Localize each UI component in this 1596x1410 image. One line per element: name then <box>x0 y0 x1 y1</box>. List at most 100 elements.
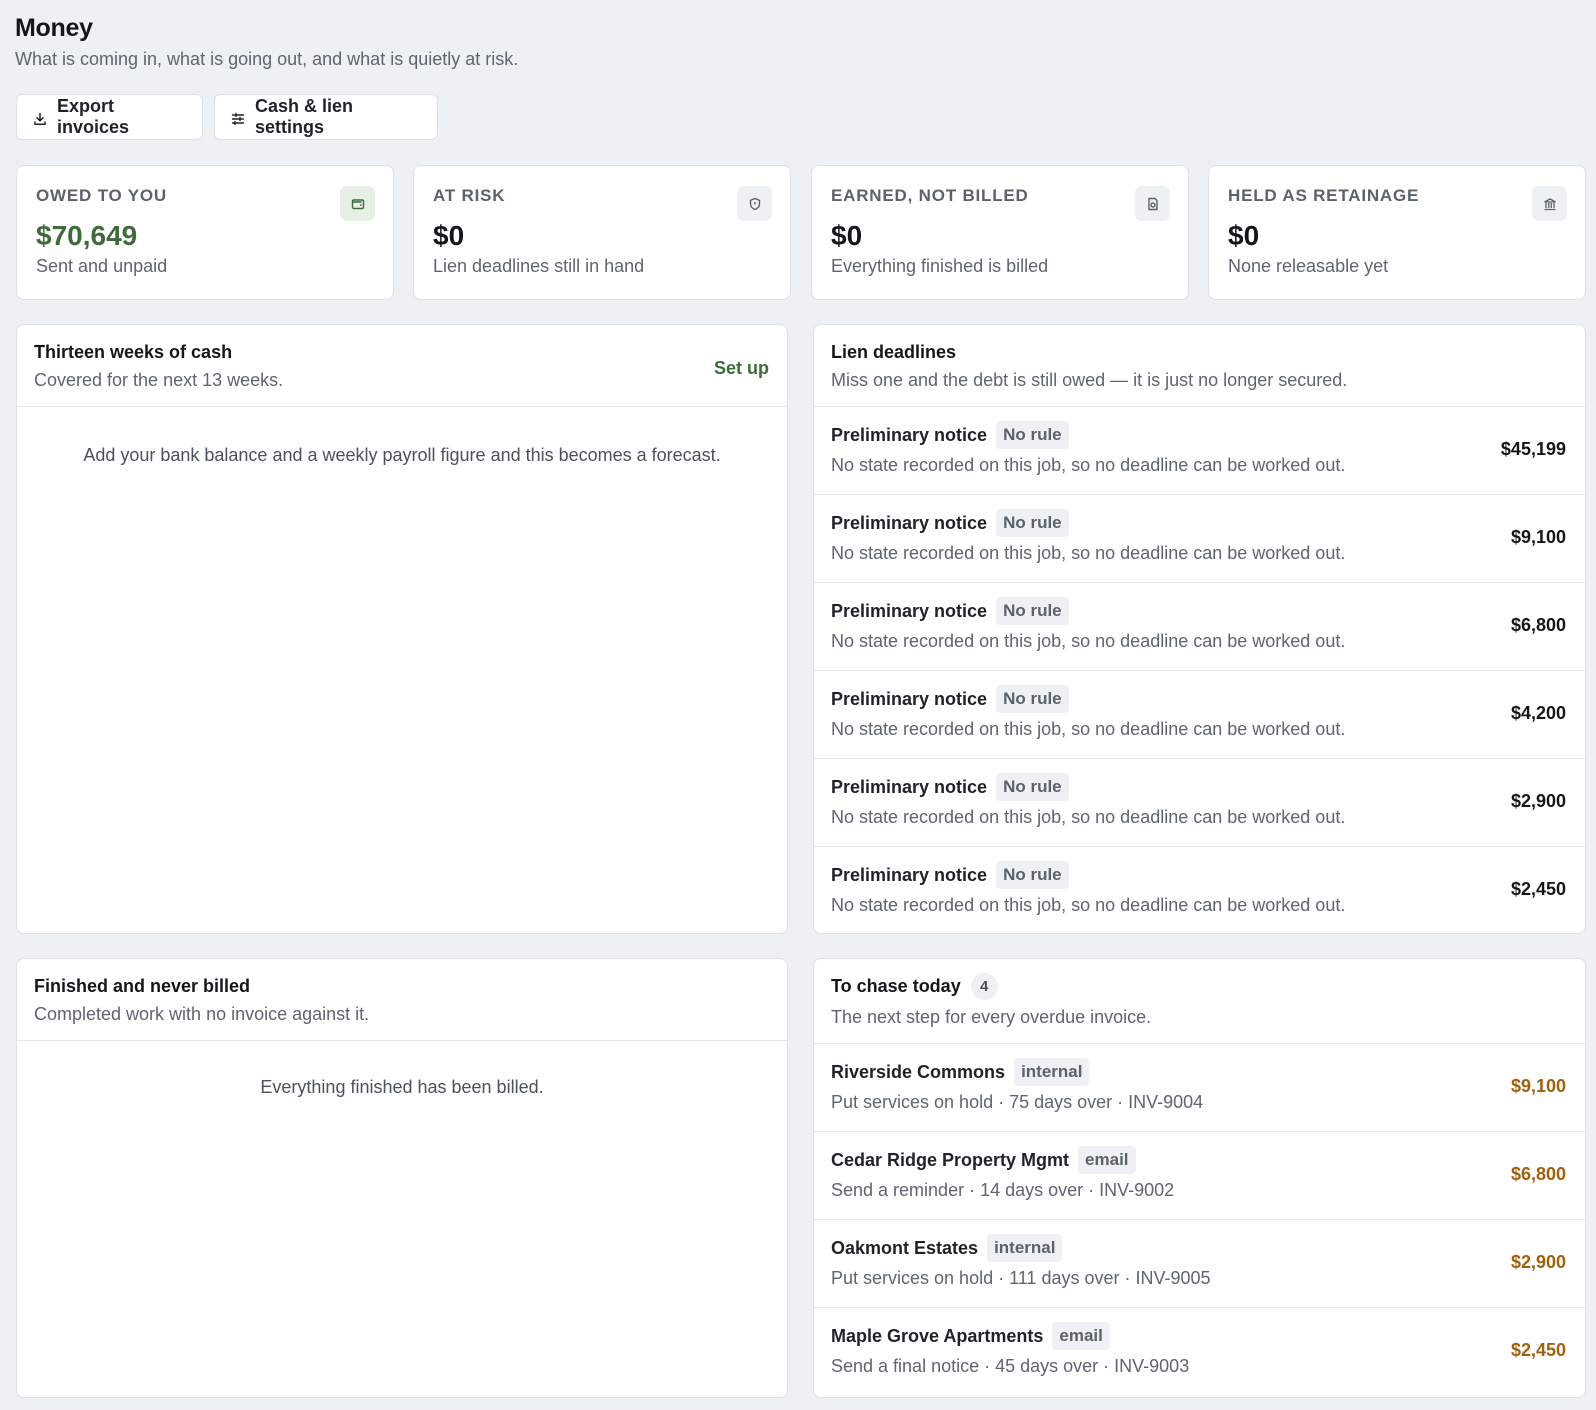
stat-note: Sent and unpaid <box>36 256 168 276</box>
item-amount: $6,800 <box>1510 1164 1566 1184</box>
stat-card-at-risk: AT RISK $0 Lien deadlines still in hand <box>413 165 791 300</box>
cash-lien-settings-label: Cash & lien settings <box>255 96 354 137</box>
stat-label: EARNED, NOT BILLED <box>831 186 1029 205</box>
item-amount: $2,450 <box>1510 1340 1566 1360</box>
wallet-icon <box>340 186 375 221</box>
item-name: Preliminary notice <box>831 776 988 797</box>
item-amount: $6,800 <box>1510 615 1566 635</box>
stat-label: OWED TO YOU <box>36 186 167 205</box>
item-name: Riverside Commons <box>831 1061 1006 1082</box>
export-invoices-label: Export invoices <box>57 96 130 137</box>
item-name: Preliminary notice <box>831 512 988 533</box>
panel-title: Thirteen weeks of cash <box>34 342 233 362</box>
panel-title: To chase today 4 <box>831 973 1568 1000</box>
rule-tag: No rule <box>996 509 1069 537</box>
unbilled-panel: Finished and never billed Completed work… <box>16 958 788 1398</box>
panel-title: Finished and never billed <box>34 976 251 996</box>
sliders-icon <box>231 110 245 126</box>
rule-tag: No rule <box>996 861 1069 889</box>
item-description: No state recorded on this job, so no dea… <box>831 719 1346 739</box>
set-up-link[interactable]: Set up <box>714 358 769 379</box>
item-description: No state recorded on this job, so no dea… <box>831 807 1346 827</box>
export-invoices-button[interactable]: Export invoices <box>16 94 203 140</box>
panel-title-text: To chase today <box>831 976 961 996</box>
rule-tag: No rule <box>996 773 1069 801</box>
item-description: Send a final notice · 45 days over · INV… <box>831 1356 1190 1376</box>
chase-list: Riverside Commons internal Put services o… <box>814 1044 1585 1396</box>
empty-state: Add your bank balance and a weekly payro… <box>83 445 721 465</box>
item-amount: $4,200 <box>1510 703 1566 723</box>
item-description: Send a reminder · 14 days over · INV-900… <box>831 1180 1175 1200</box>
cash-lien-settings-button[interactable]: Cash & lien settings <box>214 94 438 140</box>
stat-label: HELD AS RETAINAGE <box>1228 186 1420 205</box>
page-title: Money <box>15 14 93 42</box>
list-item[interactable]: Preliminary notice No rule No state recor… <box>814 847 1585 933</box>
panel-subtitle: Miss one and the debt is still owed — it… <box>831 370 1348 390</box>
stat-note: Lien deadlines still in hand <box>433 256 645 276</box>
shield-icon <box>737 186 772 221</box>
panel-header: Finished and never billed Completed work… <box>17 959 787 1041</box>
item-name: Cedar Ridge Property Mgmt <box>831 1149 1070 1170</box>
stat-card-earned-not-billed: EARNED, NOT BILLED $0 Everything finishe… <box>811 165 1189 300</box>
page-subtitle: What is coming in, what is going out, an… <box>15 49 519 69</box>
panel-header: Lien deadlines Miss one and the debt is … <box>814 325 1585 407</box>
panel-subtitle: The next step for every overdue invoice. <box>831 1007 1152 1027</box>
item-description: No state recorded on this job, so no dea… <box>831 895 1346 915</box>
channel-tag: internal <box>987 1234 1063 1262</box>
item-description: No state recorded on this job, so no dea… <box>831 455 1346 475</box>
item-description: No state recorded on this job, so no dea… <box>831 631 1346 651</box>
stat-value: $0 <box>433 220 465 251</box>
channel-tag: email <box>1052 1322 1110 1350</box>
item-name: Preliminary notice <box>831 864 988 885</box>
item-name: Oakmont Estates <box>831 1237 979 1258</box>
item-amount: $45,199 <box>1500 439 1566 459</box>
list-item[interactable]: Maple Grove Apartments email Send a final… <box>814 1308 1585 1396</box>
stat-value: $0 <box>831 220 863 251</box>
rule-tag: No rule <box>996 597 1069 625</box>
stat-note: Everything finished is billed <box>831 256 1049 276</box>
item-amount: $9,100 <box>1510 527 1566 547</box>
stat-label: AT RISK <box>433 186 506 205</box>
stat-card-retainage: HELD AS RETAINAGE $0 None releasable yet <box>1208 165 1586 300</box>
bank-icon <box>1532 186 1567 221</box>
lien-deadlines-panel: Lien deadlines Miss one and the debt is … <box>813 324 1586 934</box>
stat-value: $70,649 <box>36 220 138 251</box>
cash-forecast-panel: Thirteen weeks of cash Covered for the n… <box>16 324 788 934</box>
panel-subtitle: Covered for the next 13 weeks. <box>34 370 284 390</box>
rule-tag: No rule <box>996 685 1069 713</box>
stat-card-owed: OWED TO YOU $70,649 Sent and unpaid <box>16 165 394 300</box>
list-item[interactable]: Cedar Ridge Property Mgmt email Send a re… <box>814 1132 1585 1220</box>
receipt-icon <box>1135 186 1170 221</box>
panel-header: To chase today 4 The next step for every… <box>814 959 1585 1044</box>
channel-tag: internal <box>1014 1058 1090 1086</box>
list-item[interactable]: Preliminary notice No rule No state recor… <box>814 759 1585 847</box>
item-amount: $2,450 <box>1510 879 1566 899</box>
list-item[interactable]: Preliminary notice No rule No state recor… <box>814 583 1585 671</box>
panel-title: Lien deadlines <box>831 342 957 362</box>
stat-value: $0 <box>1228 220 1260 251</box>
item-description: No state recorded on this job, so no dea… <box>831 543 1346 563</box>
lien-list: Preliminary notice No rule No state recor… <box>814 407 1585 933</box>
item-amount: $2,900 <box>1510 791 1566 811</box>
item-amount: $2,900 <box>1510 1252 1566 1272</box>
download-icon <box>33 110 47 125</box>
empty-state: Everything finished has been billed. <box>260 1077 544 1097</box>
item-description: Put services on hold · 111 days over · I… <box>831 1268 1211 1288</box>
list-item[interactable]: Riverside Commons internal Put services o… <box>814 1044 1585 1132</box>
list-item[interactable]: Preliminary notice No rule No state recor… <box>814 671 1585 759</box>
item-name: Preliminary notice <box>831 600 988 621</box>
item-name: Preliminary notice <box>831 424 988 445</box>
chase-today-panel: To chase today 4 The next step for every… <box>813 958 1586 1398</box>
panel-subtitle: Completed work with no invoice against i… <box>34 1004 370 1024</box>
item-description: Put services on hold · 75 days over · IN… <box>831 1092 1204 1112</box>
item-name: Preliminary notice <box>831 688 988 709</box>
rule-tag: No rule <box>996 421 1069 449</box>
stat-note: None releasable yet <box>1228 256 1389 276</box>
list-item[interactable]: Preliminary notice No rule No state recor… <box>814 407 1585 495</box>
list-item[interactable]: Oakmont Estates internal Put services on … <box>814 1220 1585 1308</box>
channel-tag: email <box>1078 1146 1136 1174</box>
panel-header: Thirteen weeks of cash Covered for the n… <box>17 325 787 407</box>
list-item[interactable]: Preliminary notice No rule No state recor… <box>814 495 1585 583</box>
item-amount: $9,100 <box>1510 1076 1566 1096</box>
item-name: Maple Grove Apartments <box>831 1325 1044 1346</box>
